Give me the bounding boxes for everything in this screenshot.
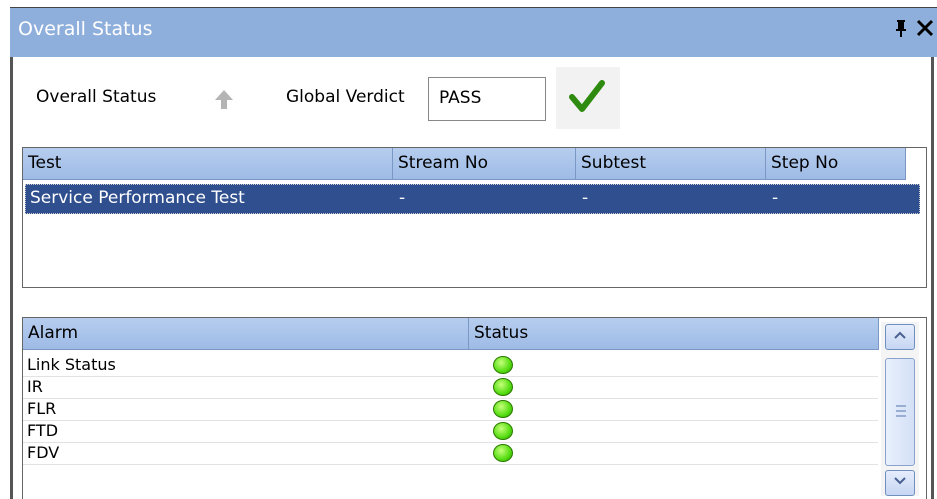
- global-verdict-label: Global Verdict: [286, 87, 405, 107]
- alarm-row-flr[interactable]: FLR: [23, 398, 878, 421]
- status-ok-icon: [493, 378, 513, 396]
- status-ok-icon: [493, 400, 513, 418]
- alarm-row-fdv[interactable]: FDV: [23, 442, 878, 465]
- overall-status-panel: Overall Status Overall Status Global Ver…: [10, 7, 937, 499]
- column-header-stream-no[interactable]: Stream No: [393, 148, 576, 180]
- cell-stream-no: -: [399, 188, 406, 208]
- global-verdict-field: PASS: [428, 77, 546, 121]
- column-header-step-no[interactable]: Step No: [766, 148, 906, 180]
- status-ok-icon: [493, 422, 513, 440]
- column-header-alarm[interactable]: Alarm: [23, 318, 469, 350]
- cell-subtest: -: [582, 188, 589, 208]
- panel-titlebar[interactable]: Overall Status: [10, 7, 937, 57]
- alarm-name: FLR: [27, 399, 57, 418]
- panel-title: Overall Status: [18, 18, 153, 40]
- alarm-name: FDV: [27, 443, 60, 462]
- alarm-row-link-status[interactable]: Link Status: [23, 354, 878, 377]
- alarm-name: Link Status: [27, 355, 116, 374]
- test-table: Test Stream No Subtest Step No Service P…: [22, 147, 927, 288]
- status-ok-icon: [493, 356, 513, 374]
- chevron-down-icon: [894, 477, 906, 485]
- alarm-table: Alarm Status Link Status IR FLR FTD FDV: [22, 317, 927, 499]
- table-row[interactable]: Service Performance Test - - -: [25, 184, 920, 214]
- grip-icon: [896, 405, 906, 417]
- scroll-down-button[interactable]: [885, 470, 915, 496]
- column-header-status[interactable]: Status: [469, 318, 879, 350]
- global-verdict-value: PASS: [439, 88, 482, 108]
- alarm-row-ftd[interactable]: FTD: [23, 420, 878, 443]
- pin-icon[interactable]: [890, 16, 912, 46]
- scroll-up-button[interactable]: [885, 324, 915, 350]
- status-ok-icon: [493, 444, 513, 462]
- overall-status-label: Overall Status: [36, 87, 157, 107]
- close-icon[interactable]: [914, 16, 936, 46]
- cell-test: Service Performance Test: [30, 188, 245, 208]
- alarm-row-ir[interactable]: IR: [23, 376, 878, 399]
- vertical-scrollbar[interactable]: [881, 322, 919, 496]
- checkmark-icon: [556, 67, 620, 129]
- alarm-name: FTD: [27, 421, 59, 440]
- arrow-up-icon: [212, 87, 236, 111]
- alarm-name: IR: [27, 377, 43, 396]
- column-header-test[interactable]: Test: [23, 148, 393, 180]
- chevron-up-icon: [894, 331, 906, 339]
- scroll-thumb[interactable]: [885, 358, 915, 466]
- cell-step-no: -: [772, 188, 779, 208]
- column-header-subtest[interactable]: Subtest: [576, 148, 766, 180]
